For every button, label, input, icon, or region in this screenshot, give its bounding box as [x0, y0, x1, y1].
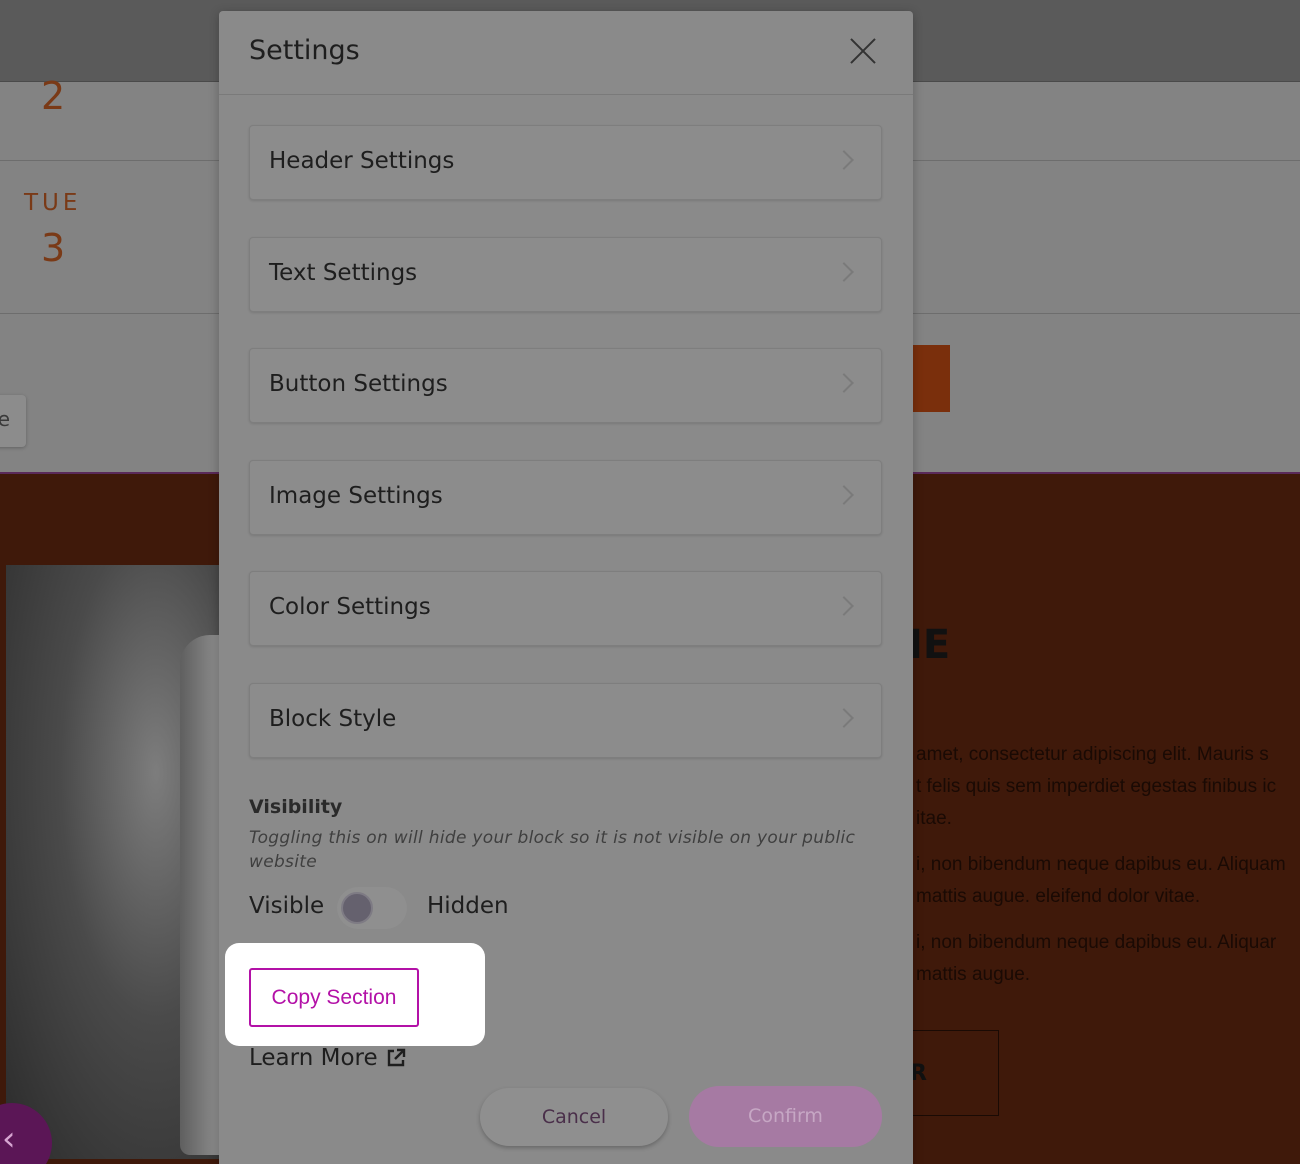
chevron-right-icon	[834, 373, 854, 393]
photo-silhouette	[180, 635, 220, 1155]
modal-title: Settings	[249, 35, 360, 66]
button-settings-item[interactable]: Button Settings	[249, 348, 882, 423]
learn-more-link[interactable]: Learn More	[249, 1045, 406, 1071]
external-link-icon	[386, 1048, 406, 1068]
settings-item-label: Text Settings	[269, 260, 418, 286]
chevron-right-icon	[834, 150, 854, 170]
chevron-right-icon	[834, 485, 854, 505]
background-hero-paragraph-line: mattis augue.	[916, 964, 1031, 985]
visible-label: Visible	[249, 893, 325, 919]
cancel-button[interactable]: Cancel	[480, 1088, 668, 1146]
background-hero-heading: IE	[908, 622, 951, 668]
chevron-right-icon	[834, 262, 854, 282]
chevron-right-icon	[834, 708, 854, 728]
visibility-description: Toggling this on will hide your block so…	[249, 828, 856, 872]
background-hero-paragraph-line: mattis augue. eleifend dolor vitae.	[916, 886, 1201, 907]
close-icon[interactable]	[849, 37, 877, 65]
block-style-item[interactable]: Block Style	[249, 683, 882, 758]
modal-header: Settings	[219, 11, 913, 95]
settings-item-label: Image Settings	[269, 483, 443, 509]
background-hero-photo	[6, 565, 220, 1159]
settings-item-label: Header Settings	[269, 148, 455, 174]
settings-item-label: Color Settings	[269, 594, 431, 620]
background-hero-paragraph-line: i, non bibendum neque dapibus eu. Aliqua…	[916, 854, 1286, 875]
background-outline-button: R	[905, 1030, 999, 1116]
background-hero-paragraph-line: itae.	[916, 808, 952, 829]
chevron-right-icon	[834, 596, 854, 616]
settings-item-label: Block Style	[269, 706, 397, 732]
visibility-toggle[interactable]	[337, 887, 407, 929]
toggle-knob	[341, 892, 373, 924]
background-hero-paragraph-line: amet, consectetur adipiscing elit. Mauri…	[916, 744, 1269, 765]
chevron-left-icon: ‹	[2, 1119, 16, 1159]
text-settings-item[interactable]: Text Settings	[249, 237, 882, 312]
settings-modal: Settings Header Settings Text Settings B…	[219, 11, 913, 1164]
background-hero-paragraph-line: t felis quis sem imperdiet egestas finib…	[916, 776, 1277, 797]
settings-item-label: Button Settings	[269, 371, 448, 397]
visibility-title: Visibility	[249, 796, 343, 818]
confirm-button[interactable]: Confirm	[689, 1086, 882, 1147]
background-hero-paragraph-line: i, non bibendum neque dapibus eu. Aliqua…	[916, 932, 1277, 953]
color-settings-item[interactable]: Color Settings	[249, 571, 882, 646]
background-side-tab: e	[0, 395, 26, 447]
background-side-tab-text: e	[0, 407, 10, 431]
copy-section-button[interactable]: Copy Section	[249, 968, 419, 1027]
hidden-label: Hidden	[427, 893, 509, 919]
calendar-day-number: 2	[41, 74, 66, 118]
calendar-day-name: TUE	[24, 190, 82, 216]
learn-more-label: Learn More	[249, 1045, 378, 1071]
image-settings-item[interactable]: Image Settings	[249, 460, 882, 535]
calendar-day-number: 3	[41, 226, 66, 270]
header-settings-item[interactable]: Header Settings	[249, 125, 882, 200]
